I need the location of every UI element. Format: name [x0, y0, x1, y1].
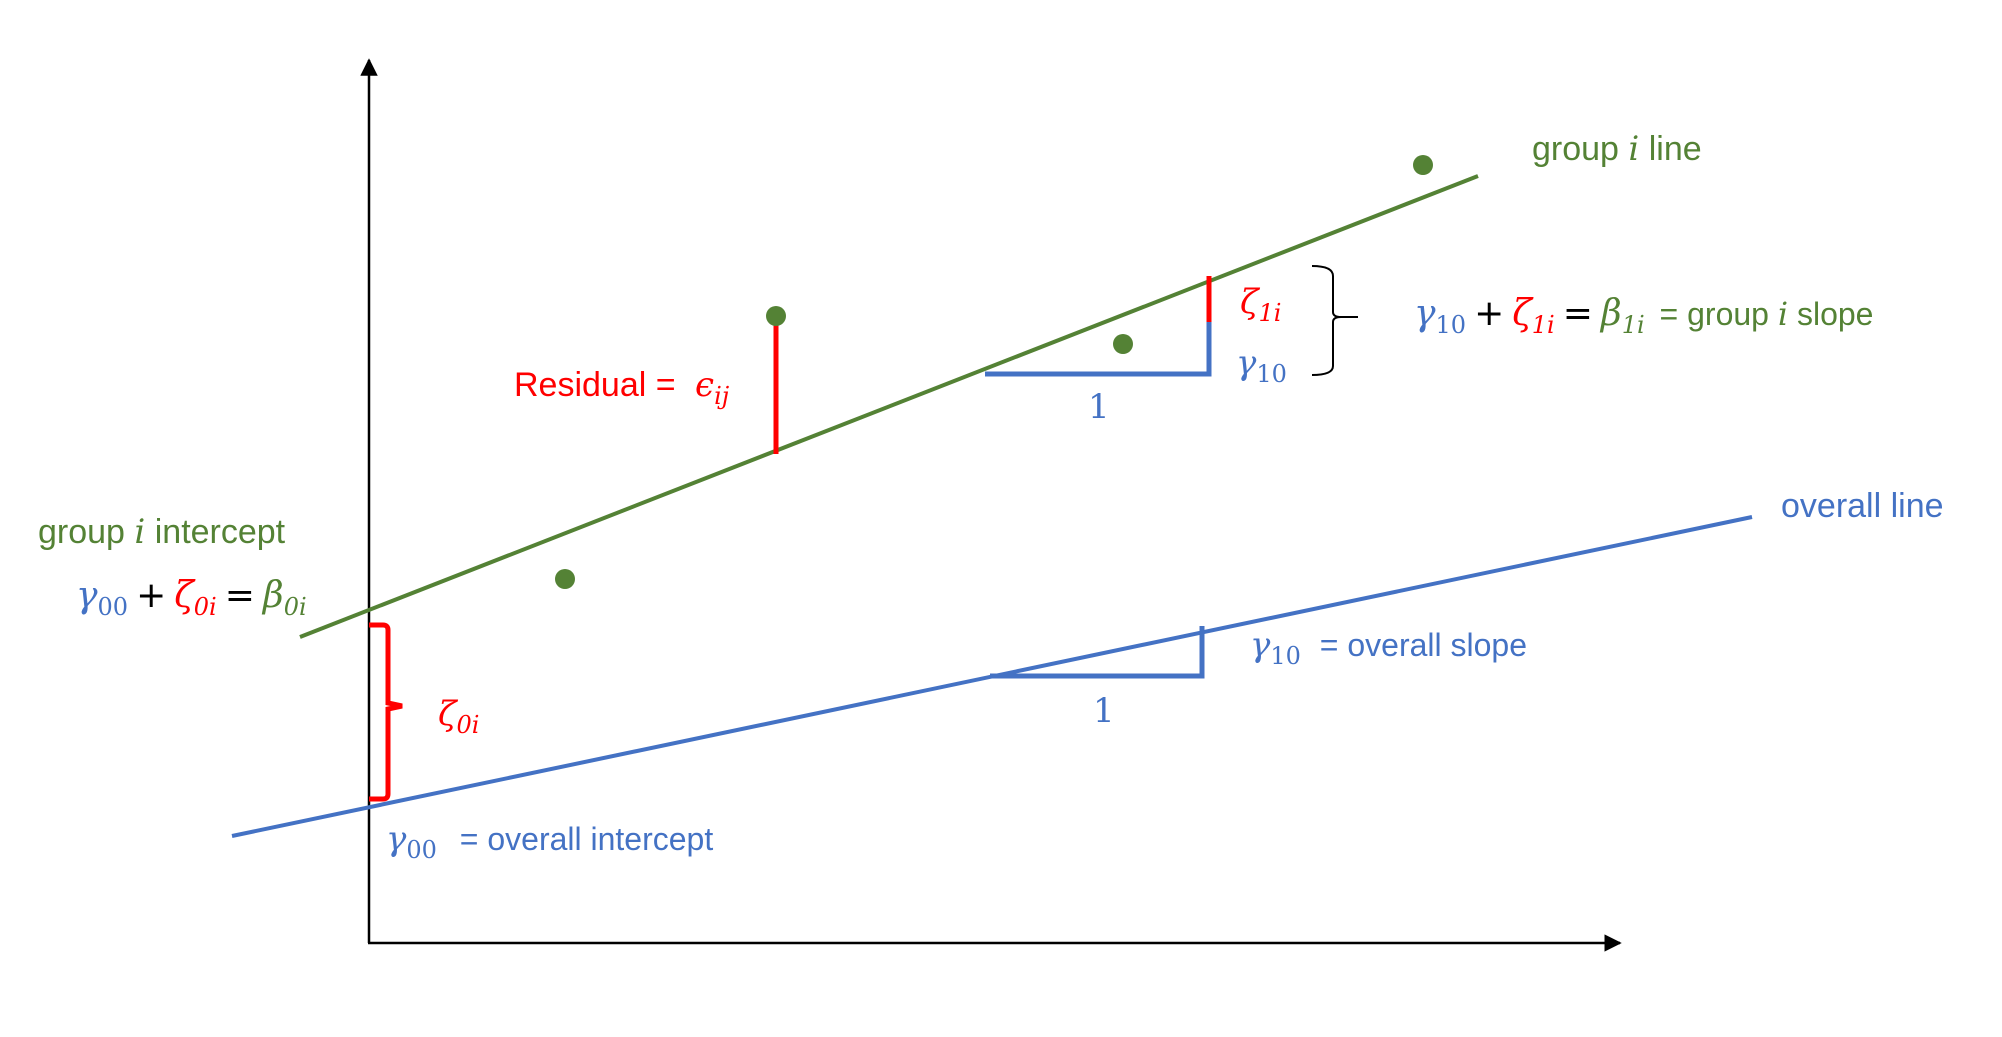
var-i: i — [1628, 129, 1640, 169]
gamma-subscript: 10 — [1270, 642, 1301, 670]
var-i: i — [134, 512, 146, 552]
zeta-subscript: 0i — [456, 711, 480, 739]
zeta-symbol: ζ — [1240, 282, 1259, 322]
epsilon-subscript: ij — [714, 382, 730, 410]
zeta-symbol: ζ — [438, 694, 457, 734]
slope-suffix: slope — [1788, 296, 1874, 332]
beta-subscript: 0i — [283, 593, 307, 621]
label-text: group — [1532, 130, 1629, 168]
data-point — [1113, 334, 1133, 354]
group-line-label: group i line — [1532, 132, 1702, 166]
group-slope-triangle — [985, 322, 1212, 377]
slope-text: = group — [1650, 296, 1778, 332]
data-point — [1413, 155, 1433, 175]
zeta-0i-label: ζ0i — [438, 697, 479, 737]
data-point — [555, 569, 575, 589]
label-text: group — [38, 513, 135, 551]
group-line — [299, 174, 1479, 639]
diagram-canvas — [231, 58, 1753, 952]
beta-symbol: β — [262, 575, 284, 616]
gamma-10-group-label: γ10 — [1236, 346, 1287, 386]
zeta-subscript: 1i — [1531, 311, 1555, 339]
plus-sign: + — [136, 575, 167, 616]
data-point — [766, 306, 786, 326]
label-suffix: intercept — [145, 513, 286, 551]
gamma-symbol: γ — [1236, 343, 1257, 383]
residual-label: Residual = ϵij — [514, 368, 729, 408]
equals-sign: = — [224, 575, 255, 616]
overall-intercept-text: = overall intercept — [450, 821, 714, 857]
zeta-symbol: ζ — [1512, 293, 1532, 334]
plus-sign: + — [1474, 293, 1505, 334]
label-suffix: line — [1639, 130, 1702, 168]
beta-symbol: β — [1600, 293, 1622, 334]
group-slope-brace — [1311, 265, 1358, 376]
overall-intercept-label: γ00 = overall intercept — [386, 822, 713, 862]
beta-subscript: 1i — [1621, 311, 1645, 339]
overall-slope-label: γ10 = overall slope — [1250, 628, 1527, 668]
equals-sign: = — [1562, 293, 1593, 334]
group-intercept-title: group i intercept — [38, 515, 285, 549]
gamma-subscript: 10 — [1435, 311, 1467, 339]
gamma-symbol: γ — [1250, 625, 1271, 665]
gamma-symbol: γ — [386, 819, 407, 859]
var-i: i — [1777, 295, 1789, 333]
zeta-subscript: 0i — [193, 593, 217, 621]
overall-line-label: overall line — [1781, 487, 1944, 525]
overall-slope-text: = overall slope — [1310, 627, 1527, 663]
gamma-subscript: 00 — [97, 593, 129, 621]
group-run-label: 1 — [1088, 387, 1110, 427]
zeta-0i-bracket — [369, 622, 403, 802]
epsilon-symbol: ϵ — [695, 365, 715, 405]
gamma-symbol: γ — [76, 575, 98, 616]
gamma-subscript: 00 — [406, 836, 437, 864]
zeta-1i-label: ζ1i — [1240, 285, 1281, 325]
group-slope-equation: γ10 + ζ1i = β1i = group i slope — [1414, 293, 1874, 339]
gamma-symbol: γ — [1414, 293, 1436, 334]
overall-run-label: 1 — [1093, 691, 1115, 731]
group-intercept-equation: γ00 + ζ0i = β0i — [76, 575, 307, 621]
zeta-subscript: 1i — [1258, 299, 1282, 327]
zeta-symbol: ζ — [174, 575, 194, 616]
gamma-subscript: 10 — [1256, 360, 1287, 388]
residual-text: Residual = — [514, 366, 686, 404]
